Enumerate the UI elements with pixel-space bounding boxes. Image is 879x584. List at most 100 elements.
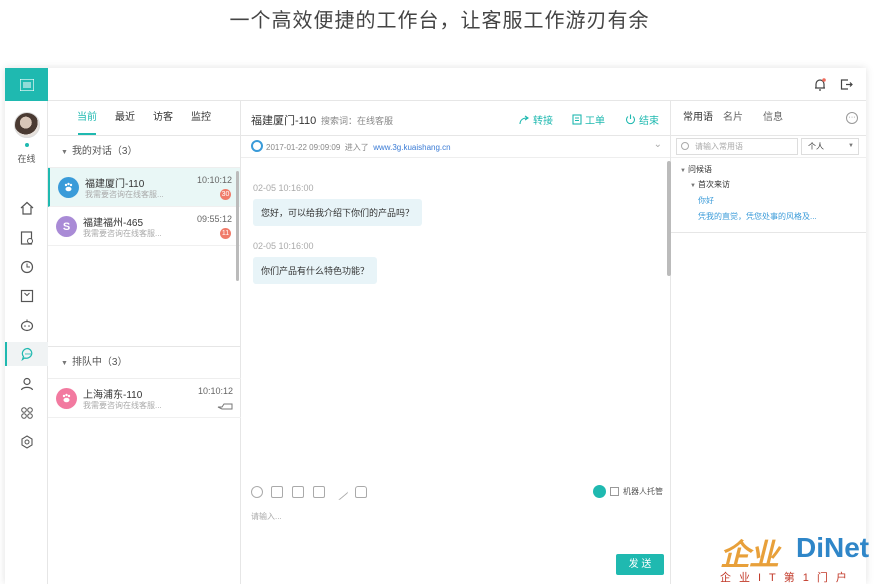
quick-reply-item[interactable]: 你好	[698, 195, 714, 206]
tree-label: 首次来访	[697, 180, 730, 189]
scope-select[interactable]: 个人 ▼	[801, 138, 859, 155]
nav-chat[interactable]	[5, 342, 48, 366]
queue-item[interactable]: 上海浦东-110 我需要咨询在线客服... 10:10:12	[48, 379, 241, 418]
message-bubble: 你们产品有什么特色功能？	[253, 257, 378, 284]
accept-conversation-button[interactable]	[217, 401, 233, 413]
search-placeholder: 请输入常用语	[695, 142, 743, 151]
apps-icon	[20, 407, 33, 419]
nav-apps[interactable]	[5, 401, 48, 425]
visit-enter-text: 进入了	[344, 143, 369, 152]
power-icon	[625, 114, 636, 125]
conversation-name: 福建厦门-110	[85, 179, 145, 190]
caret-down-icon: ▼	[848, 143, 854, 149]
nav-contacts[interactable]	[5, 372, 48, 396]
conversation-time: 10:10:12	[196, 175, 232, 185]
robot-label: 机器人托管	[623, 487, 663, 496]
visit-info-bar: 2017-01-22 09:09:09 进入了 www.3g.kuaishang…	[241, 136, 670, 158]
tab-quick-replies[interactable]: 常用语	[683, 101, 723, 135]
conversation-scrollbar[interactable]	[236, 171, 239, 281]
tree-node-child[interactable]: ▼ 首次来访	[690, 179, 730, 190]
agent-avatar[interactable]	[14, 112, 40, 138]
logout-icon	[840, 79, 853, 90]
contacts-icon	[20, 377, 33, 391]
nav-settings[interactable]	[5, 430, 48, 454]
right-panel: 常用语 名片 信息 ··· 请输入常用语 个人 ▼ ▼ 问候语 ▼ 首次来访 你好 …	[671, 101, 866, 584]
tab-info[interactable]: 信息	[763, 101, 803, 135]
conversation-time: 10:10:12	[197, 386, 233, 396]
notification-button[interactable]	[814, 78, 826, 94]
conversation-panel: 当前 最近 访客 监控 ▼ 我的对话（3） 福建厦门-110 我需要咨询在线客服.…	[48, 101, 241, 584]
share-arrow-icon	[519, 115, 529, 124]
conversation-tabs: 当前 最近 访客 监控	[48, 101, 240, 136]
search-icon	[681, 142, 689, 150]
conversation-name: 福建福州-465	[83, 218, 144, 229]
unread-badge: 30	[220, 189, 231, 200]
history-icon	[20, 260, 33, 274]
conversation-preview: 我需要咨询在线客服...	[83, 401, 162, 410]
menu-toggle-button[interactable]	[5, 68, 48, 101]
tab-card[interactable]: 名片	[723, 101, 763, 135]
queue-header[interactable]: ▼ 排队中（3）	[48, 347, 241, 379]
tab-visitors[interactable]: 访客	[144, 101, 182, 135]
workbench-window: 在线 当前 最近 访客 监控 ▼ 我的对话（3） 福建厦门-110 我需要咨询在…	[5, 68, 866, 584]
visit-info: 2017-01-22 09:09:09 进入了 www.3g.kuaishang…	[266, 142, 451, 153]
tree-node-root[interactable]: ▼ 问候语	[680, 164, 712, 175]
emoji-icon[interactable]	[251, 486, 263, 498]
message-time: 02-05 10:16:00	[253, 241, 314, 251]
transfer-button[interactable]: 转接	[519, 112, 553, 127]
end-chat-button[interactable]: 结束	[625, 112, 659, 127]
quick-reply-search-input[interactable]: 请输入常用语	[676, 138, 798, 155]
left-rail: 在线	[5, 68, 48, 584]
nav-report[interactable]	[5, 226, 48, 250]
agent-status[interactable]: 在线	[5, 152, 48, 165]
end-label: 结束	[639, 116, 659, 127]
robot-checkbox[interactable]	[610, 487, 619, 496]
my-conversations-header[interactable]: ▼ 我的对话（3）	[48, 136, 240, 168]
letter-avatar: S	[56, 216, 77, 237]
tree-label: 问候语	[687, 165, 712, 174]
message-input[interactable]: 请输入...	[251, 511, 282, 522]
menu-icon	[19, 78, 34, 91]
pen-icon[interactable]	[331, 483, 349, 501]
right-tabs: 常用语 名片 信息 ···	[671, 101, 866, 136]
conversation-item[interactable]: 福建厦门-110 我需要咨询在线客服... 10:10:12 30	[48, 168, 240, 207]
tab-current[interactable]: 当前	[68, 101, 106, 135]
caret-down-icon: ▼	[680, 168, 686, 174]
chat-icon	[20, 347, 32, 361]
chat-panel: 福建厦门-110 搜索词：在线客服 转接 工单 结束 2017-01-22 09…	[241, 101, 671, 584]
watermark-logo: 企业 DiNet 企业IT第1门户	[712, 528, 879, 584]
tab-monitor[interactable]: 监控	[182, 101, 220, 135]
robot-icon	[593, 485, 606, 498]
quick-reply-item[interactable]: 凭我的直觉，凭您处事的风格及...	[698, 211, 817, 222]
robot-hosting-toggle[interactable]: 机器人托管	[593, 485, 663, 498]
chat-toolbar: 机器人托管	[241, 479, 671, 505]
paw-avatar-icon	[58, 177, 79, 198]
transfer-label: 转接	[533, 116, 553, 127]
chevron-down-icon[interactable]: ⌄	[654, 139, 662, 150]
conversation-preview: 我需要咨询在线客服...	[85, 190, 164, 199]
bell-icon	[815, 78, 826, 91]
clock-icon	[251, 140, 263, 152]
quick-reply-search: 请输入常用语 个人 ▼	[671, 136, 866, 158]
thumbs-up-icon[interactable]	[355, 486, 367, 498]
image-icon[interactable]	[271, 486, 283, 498]
screenshot-icon[interactable]	[313, 486, 325, 498]
nav-history[interactable]	[5, 255, 48, 279]
tab-recent[interactable]: 最近	[106, 101, 144, 135]
send-button[interactable]: 发 送	[616, 554, 664, 575]
visit-time: 2017-01-22 09:09:09	[266, 143, 341, 152]
folder-icon[interactable]	[292, 486, 304, 498]
conversation-item[interactable]: S 福建福州-465 我需要咨询在线客服... 09:55:12 11	[48, 207, 240, 246]
search-keyword: 搜索词：在线客服	[321, 116, 394, 126]
nav-home[interactable]	[5, 196, 48, 220]
visit-site-link[interactable]: www.3g.kuaishang.cn	[373, 143, 450, 152]
logout-button[interactable]	[840, 78, 853, 94]
paw-avatar-icon	[56, 388, 77, 409]
nav-order[interactable]	[5, 284, 48, 308]
unread-badge: 11	[220, 228, 231, 239]
group-label: 我的对话（3）	[71, 146, 138, 157]
scope-value: 个人	[808, 142, 824, 151]
more-icon[interactable]: ···	[846, 112, 858, 124]
ticket-button[interactable]: 工单	[572, 112, 605, 127]
nav-robot[interactable]	[5, 313, 48, 337]
